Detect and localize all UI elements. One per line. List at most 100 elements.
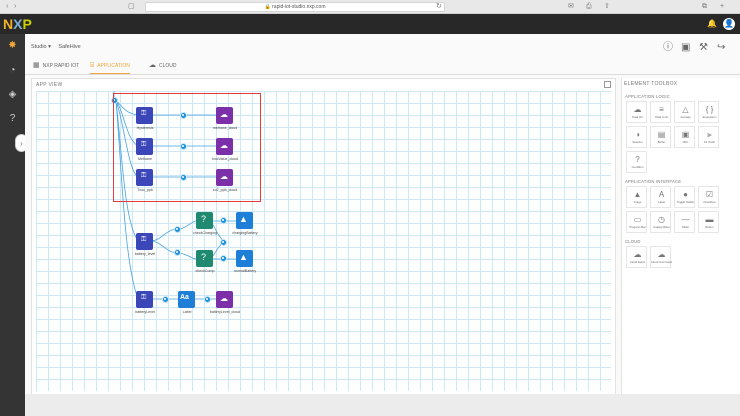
mail-icon[interactable]: ✉ [568,2,574,12]
condition-icon: ? [635,155,640,164]
tab-application[interactable]: ⌸ APPLICATION [90,58,130,74]
limit-icon: ≡ [659,105,664,114]
tabs-icon[interactable]: ⧉ [702,2,707,12]
info-icon[interactable]: ⓘ [663,42,673,54]
sensor-node-battery[interactable]: ⚿ [136,233,153,250]
forward-icon[interactable]: › [14,2,16,12]
toolbox-item-label: Fir Tooth [704,140,715,144]
toolbox-item-label: Label [658,200,665,204]
toolbox-item-analog-meter[interactable]: ◷ Analog Meter [650,211,671,233]
url-bar[interactable]: 🔒 rapid-iot-studio.nxp.com [145,2,445,12]
node-label: chargingBattery [232,231,258,235]
toolbox-item-label: Cloud Command [651,260,672,264]
output-port[interactable] [174,249,181,256]
toolbox-item-label[interactable]: A Label [650,186,671,208]
toolbox-item-average[interactable]: △ Average [674,101,695,123]
meter-icon: ◷ [658,215,665,224]
toolbox-item-checkbox[interactable]: ☑ Checkbox [698,186,719,208]
toolbox-item-buffer[interactable]: ▤ Buffer [650,126,671,148]
sensor-node-battery-level[interactable]: ⚿ [136,291,153,308]
help-icon[interactable]: ? [6,112,19,125]
fir-icon: ⫸ [707,130,712,139]
image-node-charging[interactable]: ▲ [236,212,253,229]
breadcrumb: Studio ▾ SafeHive [31,44,87,50]
tab-label: NXP RAPID IOT [42,63,80,69]
condition-node-comp[interactable]: ? [196,250,213,267]
toolbox-item-label: Checkbox [703,200,716,204]
back-icon[interactable]: ‹ [6,2,8,12]
breadcrumb-project: SafeHive [58,44,81,50]
question-icon: ? [201,214,207,224]
toolbox-item-data-i-o[interactable]: ☁ Data I/O [626,101,647,123]
slider-icon: — [681,215,690,224]
toolbox-item-fir-tooth[interactable]: ⫸ Fir Tooth [698,126,719,148]
tab-cloud[interactable]: ☁ CLOUD [149,58,177,74]
lock-icon: 🔒 [264,4,273,10]
toolbox-item-nfc[interactable]: ▣ NFC [674,126,695,148]
cloud-event-icon: ☁ [633,250,642,259]
toolbox-item-cloud-command[interactable]: ☁ Cloud Command [650,246,672,268]
sidebar-icon[interactable]: ▢ [128,2,135,12]
output-port[interactable] [220,255,227,262]
toolbox-item-label: Slider [681,225,690,229]
sensor-icon: ⚿ [141,236,147,243]
tab-nxp-rapid-iot[interactable]: ▦ NXP RAPID IOT [33,58,79,74]
label-icon: A [658,190,665,199]
cloud-icon: ☁ [633,105,642,114]
build-icon[interactable]: ⚒ [699,42,708,54]
node-label: checkCharging [193,231,217,235]
nfc-icon: ▣ [681,130,690,139]
label-node[interactable]: Aa [178,291,195,308]
toolbox-item-toggle-switch[interactable]: ● Toggle Switch [674,186,695,208]
print-icon[interactable]: ⎙ [586,2,592,12]
url-text: rapid-iot-studio.nxp.com [272,4,326,10]
user-icon[interactable]: 👤 [723,18,735,30]
canvas-grid[interactable]: ⚿ Hysteresis ☁ methane_cloud ⚿ Methane ☁… [36,91,611,391]
toolbox-item-cloud-event[interactable]: ☁ Cloud Event [626,246,647,268]
toolbox-item-condition[interactable]: ? Condition [626,151,647,173]
nxp-logo[interactable]: NXP [3,15,32,33]
node-label: Label [182,310,192,314]
toolbox-item-label: Image [633,200,642,204]
toolbox-item-button[interactable]: ▬ Button [698,211,719,233]
toolbox-item-image[interactable]: ▲ Image [626,186,647,208]
breadcrumb-studio[interactable]: Studio ▾ [31,44,51,50]
export-icon[interactable]: ↪ [717,42,725,54]
output-port[interactable] [220,239,227,246]
output-port[interactable] [174,226,181,233]
progress-icon: ▭ [633,215,642,224]
share-icon[interactable]: ⇧ [604,2,610,12]
cloud-node-battery[interactable]: ☁ [216,291,233,308]
toolbox-item-selector[interactable]: ◑ Selector [626,126,647,148]
plus-icon[interactable]: + [720,2,724,12]
toolbox-item-progress-bar[interactable]: ▭ Progress Bar [626,211,647,233]
toolbox-item-label: Data I/O [632,115,643,119]
image-icon: ▲ [633,190,642,199]
expand-icon[interactable] [604,81,611,88]
cloud-upload-icon: ☁ [220,294,228,303]
cube-icon[interactable]: ◈ [6,88,19,101]
toolbox-item-data-limit[interactable]: ≡ Data Limit [650,101,671,123]
logo-icon[interactable]: ✸ [6,39,19,52]
condition-node-charging[interactable]: ? [196,212,213,229]
save-icon[interactable]: ▣ [681,42,690,54]
toolbox-item-expression[interactable]: { } Expression [698,101,719,123]
cloud-icon: ☁ [149,62,156,69]
checkbox-icon: ☑ [705,190,714,199]
logo-letter-n: N [3,16,14,32]
output-port[interactable] [220,217,227,224]
expression-icon: { } [705,105,714,114]
toolbox-item-label: Condition [631,165,644,169]
output-port[interactable] [204,296,211,303]
reload-icon[interactable]: ↻ [436,2,442,12]
bell-icon[interactable]: 🔔 [706,18,718,30]
image-node-normal[interactable]: ▲ [236,250,253,267]
output-port[interactable] [162,296,169,303]
toolbox-item-label: Data Limit [655,115,668,119]
selector-icon: ◑ [635,130,640,139]
font-icon: Aa [180,294,189,301]
toolbox-item-label: Buffer [657,140,666,144]
toolbox-item-slider[interactable]: — Slider [674,211,695,233]
dashboard-icon[interactable]: ◔ [6,64,19,77]
node-label: battery_level [134,252,156,256]
